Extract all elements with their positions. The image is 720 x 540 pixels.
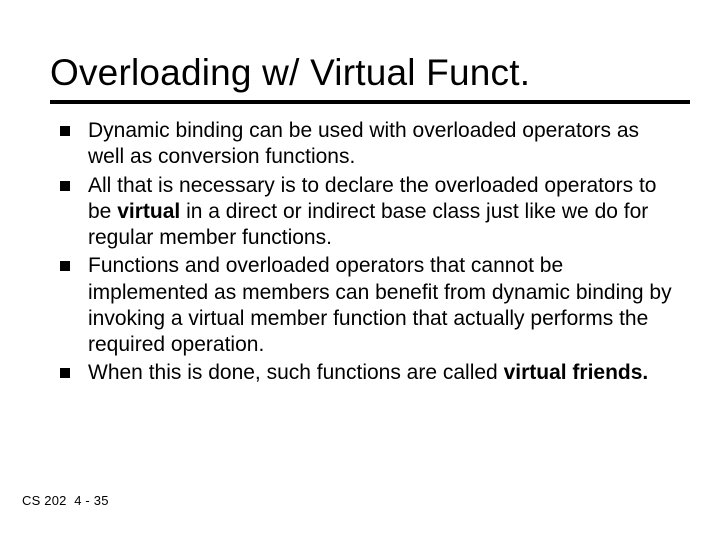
slide: Overloading w/ Virtual Funct. Dynamic bi… [0,0,720,540]
bullet-pre: Functions and overloaded operators that … [88,254,672,356]
bullet-bold: virtual [117,200,180,223]
slide-title: Overloading w/ Virtual Funct. [50,52,680,94]
bullet-pre: When this is done, such functions are ca… [88,361,504,384]
list-item: When this is done, such functions are ca… [60,360,672,386]
list-item: All that is necessary is to declare the … [60,173,672,252]
bullet-text: Functions and overloaded operators that … [88,253,672,358]
square-bullet-icon [60,261,70,271]
bullet-text: All that is necessary is to declare the … [88,173,672,252]
bullet-bold: virtual friends. [504,361,649,384]
list-item: Functions and overloaded operators that … [60,253,672,358]
footer-page: 4 - 35 [74,493,108,508]
title-area: Overloading w/ Virtual Funct. [0,0,720,94]
slide-body: Dynamic binding can be used with overloa… [0,104,720,387]
square-bullet-icon [60,368,70,378]
footer-course: CS 202 [22,493,67,508]
list-item: Dynamic binding can be used with overloa… [60,118,672,171]
bullet-pre: Dynamic binding can be used with overloa… [88,119,639,168]
bullet-text: Dynamic binding can be used with overloa… [88,118,672,171]
square-bullet-icon [60,181,70,191]
slide-footer: CS 202 4 - 35 [22,493,109,508]
square-bullet-icon [60,126,70,136]
bullet-list: Dynamic binding can be used with overloa… [60,118,672,387]
bullet-text: When this is done, such functions are ca… [88,360,648,386]
